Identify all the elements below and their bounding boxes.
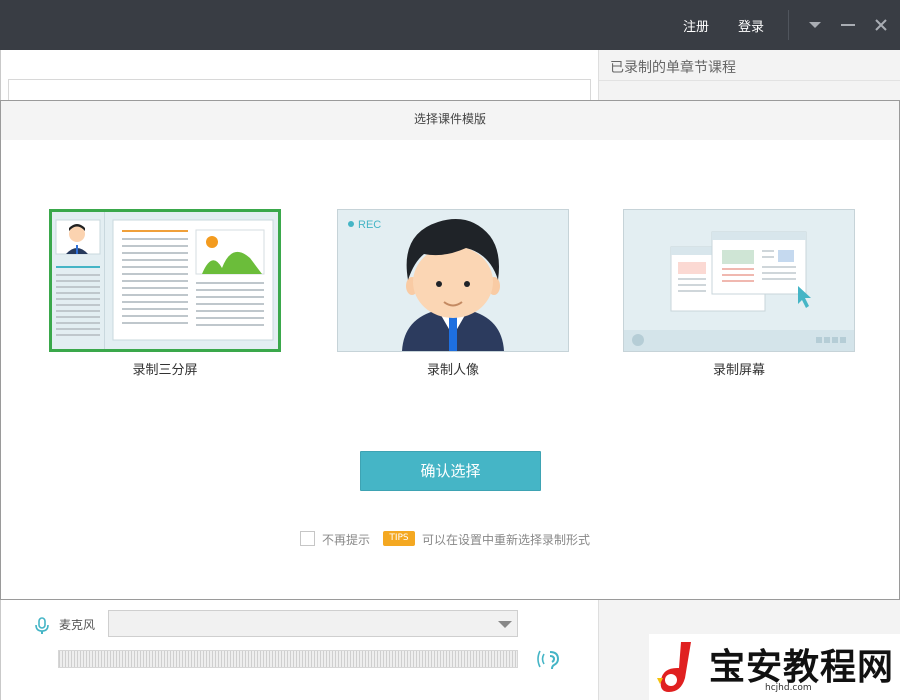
panel-divider — [599, 80, 900, 81]
close-button[interactable] — [868, 12, 894, 38]
microphone-select[interactable] — [108, 610, 518, 637]
screen-preview — [623, 209, 855, 352]
recorded-courses-title: 已录制的单章节课程 — [610, 60, 736, 76]
template-three-split[interactable]: 录制三分屏 — [49, 209, 281, 378]
register-link[interactable]: 注册 — [683, 16, 709, 35]
site-logo — [657, 642, 691, 692]
dialog-title: 选择课件模版 — [413, 112, 486, 126]
microphone-icon — [35, 617, 49, 634]
dialog-header: 选择课件模版 — [1, 101, 899, 140]
template-screen[interactable]: 录制屏幕 — [623, 209, 855, 378]
login-link[interactable]: 登录 — [738, 16, 764, 35]
template-label: 录制三分屏 — [132, 363, 198, 378]
tips-text: 可以在设置中重新选择录制形式 — [422, 533, 591, 547]
minimize-button[interactable] — [835, 12, 861, 38]
dont-show-again-label[interactable]: 不再提示 — [322, 531, 370, 548]
watermark: 宝安教程网 hcjhd.com — [649, 634, 900, 700]
volume-meter — [58, 650, 518, 668]
minimize-icon — [841, 24, 855, 26]
titlebar-divider — [788, 10, 789, 40]
screen-recording-illustration — [624, 210, 854, 351]
rec-label: REC — [358, 219, 381, 231]
title-bar: 注册 登录 — [0, 0, 900, 50]
template-label: 录制屏幕 — [712, 363, 765, 378]
recorded-courses-panel: 已录制的单章节课程 — [598, 50, 900, 100]
tips-badge: TIPS — [383, 531, 415, 546]
portrait-illustration: REC — [338, 210, 568, 351]
confirm-select-button[interactable]: 确认选择 — [360, 451, 541, 491]
portrait-preview: REC — [337, 209, 569, 352]
dont-show-again-checkbox[interactable] — [300, 531, 315, 546]
close-icon — [875, 19, 887, 31]
chevron-down-icon — [498, 621, 512, 628]
template-portrait[interactable]: REC 录制人像 — [337, 209, 569, 378]
rec-dot-icon — [348, 221, 354, 227]
triangle-down-icon — [809, 22, 821, 28]
three-split-screen-illustration — [52, 212, 278, 349]
microphone-label: 麦克风 — [59, 618, 96, 632]
listen-ear-icon[interactable] — [536, 648, 564, 670]
template-select-dialog: 选择课件模版 录制三分屏 REC 录制人像 录制屏幕 确认选择 不再提示 TIP… — [0, 100, 900, 600]
watermark-url: hcjhd.com — [765, 683, 812, 693]
template-label: 录制人像 — [426, 363, 479, 378]
dropdown-menu-button[interactable] — [802, 12, 828, 38]
three-split-preview — [49, 209, 281, 352]
